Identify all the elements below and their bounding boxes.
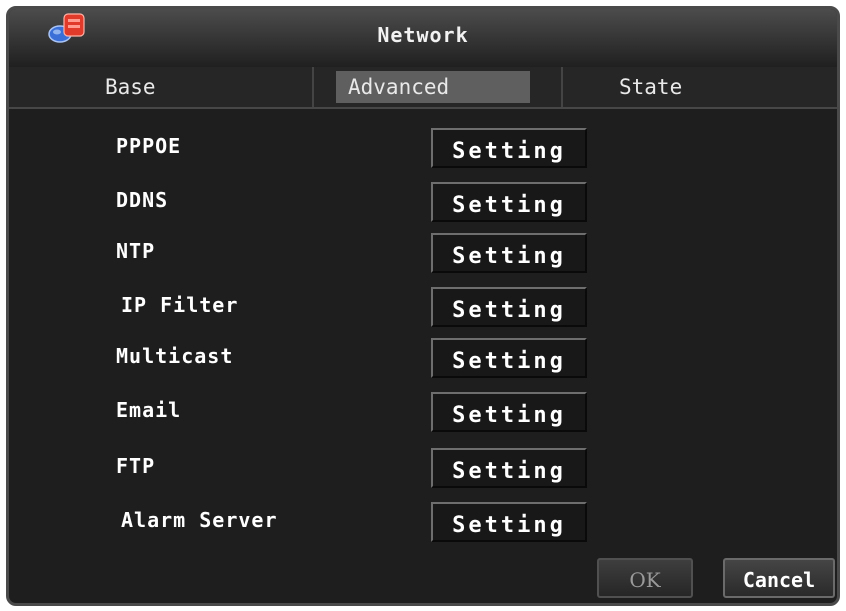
ip-filter-setting-button[interactable]: Setting [431,287,587,327]
setting-row-ntp: NTP Setting [9,233,837,275]
network-dialog: Network Base Advanced State PPPOE Settin… [6,6,840,606]
multicast-setting-button[interactable]: Setting [431,338,587,378]
setting-row-ddns: DDNS Setting [9,182,837,224]
ip-filter-label: IP Filter [121,293,239,317]
alarm-server-label: Alarm Server [121,508,278,532]
pppoe-label: PPPOE [116,134,182,158]
tab-advanced[interactable]: Advanced [312,67,563,107]
ddns-label: DDNS [116,188,169,212]
email-setting-button[interactable]: Setting [431,392,587,432]
tab-bar: Base Advanced State [9,67,837,109]
window-title: Network [377,23,469,47]
setting-row-ip-filter: IP Filter Setting [9,287,837,329]
tab-base-label: Base [105,75,156,99]
alarm-server-setting-button[interactable]: Setting [431,502,587,542]
ntp-label: NTP [116,239,156,263]
setting-row-pppoe: PPPOE Setting [9,128,837,170]
setting-row-alarm-server: Alarm Server Setting [9,502,837,544]
ddns-setting-button[interactable]: Setting [431,182,587,222]
setting-row-ftp: FTP Setting [9,448,837,490]
tab-base[interactable]: Base [9,67,312,107]
ntp-setting-button[interactable]: Setting [431,233,587,273]
tab-advanced-label: Advanced [348,75,450,99]
title-bar: Network [9,9,837,68]
tab-state[interactable]: State [563,67,837,107]
ftp-label: FTP [116,454,156,478]
ok-button[interactable]: OK [597,558,693,598]
ftp-setting-button[interactable]: Setting [431,448,587,488]
multicast-label: Multicast [116,344,234,368]
cancel-button[interactable]: Cancel [723,558,835,598]
email-label: Email [116,398,182,422]
setting-row-multicast: Multicast Setting [9,338,837,380]
pppoe-setting-button[interactable]: Setting [431,128,587,168]
setting-row-email: Email Setting [9,392,837,434]
tab-state-label: State [619,75,683,99]
